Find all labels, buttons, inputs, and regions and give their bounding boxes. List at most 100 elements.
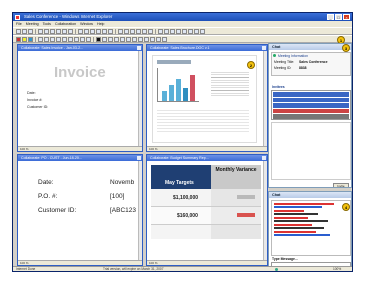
zoom-level: 100 % [149, 261, 158, 265]
close-doc-icon[interactable] [262, 156, 266, 160]
users-icon[interactable] [176, 28, 181, 34]
document-window-invoice[interactable]: Collaborate: Sales Invoice - Jan-03-2...… [17, 44, 143, 152]
chat-message [274, 231, 316, 233]
po-number-value: [100] [110, 193, 125, 200]
chat-log[interactable] [271, 200, 351, 256]
calendar-icon[interactable] [194, 28, 199, 34]
chat-icon[interactable] [182, 28, 187, 34]
flip-icon[interactable] [144, 36, 149, 42]
stamp-icon[interactable] [80, 36, 85, 42]
po-number-label: P.O. #: [38, 193, 58, 200]
align-right-icon[interactable] [108, 28, 113, 34]
maximize-button[interactable]: □ [335, 14, 342, 20]
minimize-button[interactable]: _ [327, 14, 334, 20]
measure-icon[interactable] [150, 36, 155, 42]
status-right[interactable]: 100% [333, 267, 341, 272]
open-icon[interactable] [22, 28, 27, 34]
close-doc-icon[interactable] [137, 46, 141, 50]
image-icon[interactable] [124, 28, 129, 34]
print-icon[interactable] [38, 28, 43, 34]
fill-color-icon[interactable] [28, 36, 33, 42]
table-icon[interactable] [118, 28, 123, 34]
po-customer-label: Customer ID: [38, 207, 77, 214]
budget-row3-right [211, 225, 261, 239]
invite-button[interactable]: Invite [333, 183, 349, 187]
grid-icon[interactable] [102, 36, 107, 42]
cut-icon[interactable] [44, 28, 49, 34]
document-window-po[interactable]: Collaborate: PO - CUST - Jun-18-20... Da… [17, 154, 143, 266]
rectangle-icon[interactable] [62, 36, 67, 42]
vertical-scrollbar[interactable] [263, 51, 267, 146]
zoom-icon[interactable] [148, 28, 153, 34]
mail-icon[interactable] [188, 28, 193, 34]
brochure-heading-bar [157, 60, 191, 64]
bring-front-icon[interactable] [126, 36, 131, 42]
underline-icon[interactable] [90, 28, 95, 34]
find-icon[interactable] [142, 28, 147, 34]
brochure-text-lines [157, 108, 249, 132]
invitee-row[interactable] [273, 108, 349, 113]
attach-icon[interactable] [162, 36, 167, 42]
invitees-list[interactable] [271, 90, 351, 120]
redo-icon[interactable] [68, 28, 73, 34]
note-icon[interactable] [156, 36, 161, 42]
budget-row3-left [151, 225, 211, 239]
close-doc-icon[interactable] [262, 46, 266, 50]
toolbar-separator [115, 28, 116, 34]
paste-icon[interactable] [56, 28, 61, 34]
new-icon[interactable] [16, 28, 21, 34]
black-swatch-icon[interactable] [96, 36, 101, 42]
ungroup-icon[interactable] [120, 36, 125, 42]
ellipse-icon[interactable] [68, 36, 73, 42]
lock-icon[interactable] [164, 28, 169, 34]
invitees-header: Invitees [272, 85, 285, 89]
invitee-row[interactable] [273, 114, 349, 119]
share-icon[interactable] [158, 28, 163, 34]
text-tool-icon[interactable] [74, 36, 79, 42]
invitee-row[interactable] [273, 103, 349, 108]
vertical-scrollbar[interactable] [263, 161, 267, 260]
send-back-icon[interactable] [132, 36, 137, 42]
callout-4: 4 [342, 203, 350, 211]
link-icon[interactable] [130, 28, 135, 34]
budget-row1-variance [237, 195, 255, 199]
italic-icon[interactable] [84, 28, 89, 34]
highlight-icon[interactable] [22, 36, 27, 42]
pen-icon[interactable] [44, 36, 49, 42]
document-window-budget[interactable]: Collaborate: Budget Summary Rep... May T… [146, 154, 268, 266]
chat-panel: Chat Type Message... [268, 191, 352, 268]
invitee-row[interactable] [273, 92, 349, 97]
sync-icon[interactable] [170, 28, 175, 34]
chart-bar [176, 79, 181, 101]
line-icon[interactable] [50, 36, 55, 42]
close-button[interactable]: × [343, 14, 350, 20]
close-doc-icon[interactable] [137, 156, 141, 160]
settings-icon[interactable] [200, 28, 205, 34]
undo-icon[interactable] [62, 28, 67, 34]
invitee-row[interactable] [273, 97, 349, 102]
chart-icon[interactable] [136, 28, 141, 34]
layer-icon[interactable] [108, 36, 113, 42]
save-icon[interactable] [28, 28, 33, 34]
toolbar-separator [155, 28, 156, 34]
brochure-chart [157, 68, 199, 102]
po-customer-value: [ABC123 [110, 207, 137, 214]
pointer-icon[interactable] [38, 36, 43, 42]
vertical-scrollbar[interactable] [138, 51, 142, 146]
align-center-icon[interactable] [102, 28, 107, 34]
chat-message [274, 210, 304, 212]
eraser-icon[interactable] [86, 36, 91, 42]
side-pane: Chat Meeting Information Meeting Title: … [268, 43, 352, 269]
copy-icon[interactable] [50, 28, 55, 34]
align-left-icon[interactable] [96, 28, 101, 34]
rotate-icon[interactable] [138, 36, 143, 42]
meeting-id-value: 8838 [299, 66, 307, 70]
status-bar: Internet Done Trial version, will expire… [13, 266, 352, 271]
vertical-scrollbar[interactable] [138, 161, 142, 260]
arrow-icon[interactable] [56, 36, 61, 42]
font-color-icon[interactable] [16, 36, 21, 42]
document-status-bar: 100 % [147, 260, 267, 265]
group-icon[interactable] [114, 36, 119, 42]
bold-icon[interactable] [78, 28, 83, 34]
zoom-level: 100 % [149, 147, 158, 151]
